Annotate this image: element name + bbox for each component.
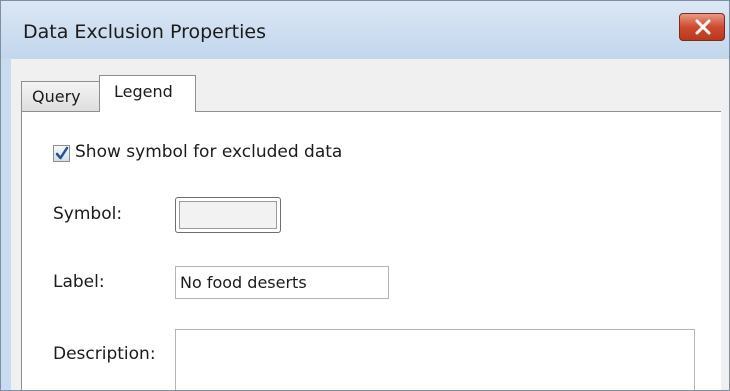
tab-query-label: Query — [32, 87, 81, 106]
tab-legend[interactable]: Legend — [99, 75, 196, 112]
show-symbol-label[interactable]: Show symbol for excluded data — [75, 142, 342, 162]
tab-query[interactable]: Query — [21, 81, 101, 111]
checkmark-icon — [55, 146, 69, 160]
symbol-picker-button[interactable] — [175, 197, 281, 233]
tab-legend-label: Legend — [114, 82, 173, 101]
label-field-label: Label: — [53, 272, 105, 292]
dialog-window: Data Exclusion Properties Query Legend S… — [0, 0, 730, 391]
close-icon — [695, 19, 711, 35]
show-symbol-checkbox[interactable] — [53, 145, 70, 162]
description-label: Description: — [53, 344, 156, 364]
window-title: Data Exclusion Properties — [23, 21, 266, 43]
description-textarea[interactable] — [175, 329, 695, 390]
symbol-label: Symbol: — [53, 204, 123, 224]
title-bar[interactable]: Data Exclusion Properties — [1, 1, 729, 59]
label-input[interactable] — [175, 266, 389, 299]
close-button[interactable] — [679, 13, 725, 41]
